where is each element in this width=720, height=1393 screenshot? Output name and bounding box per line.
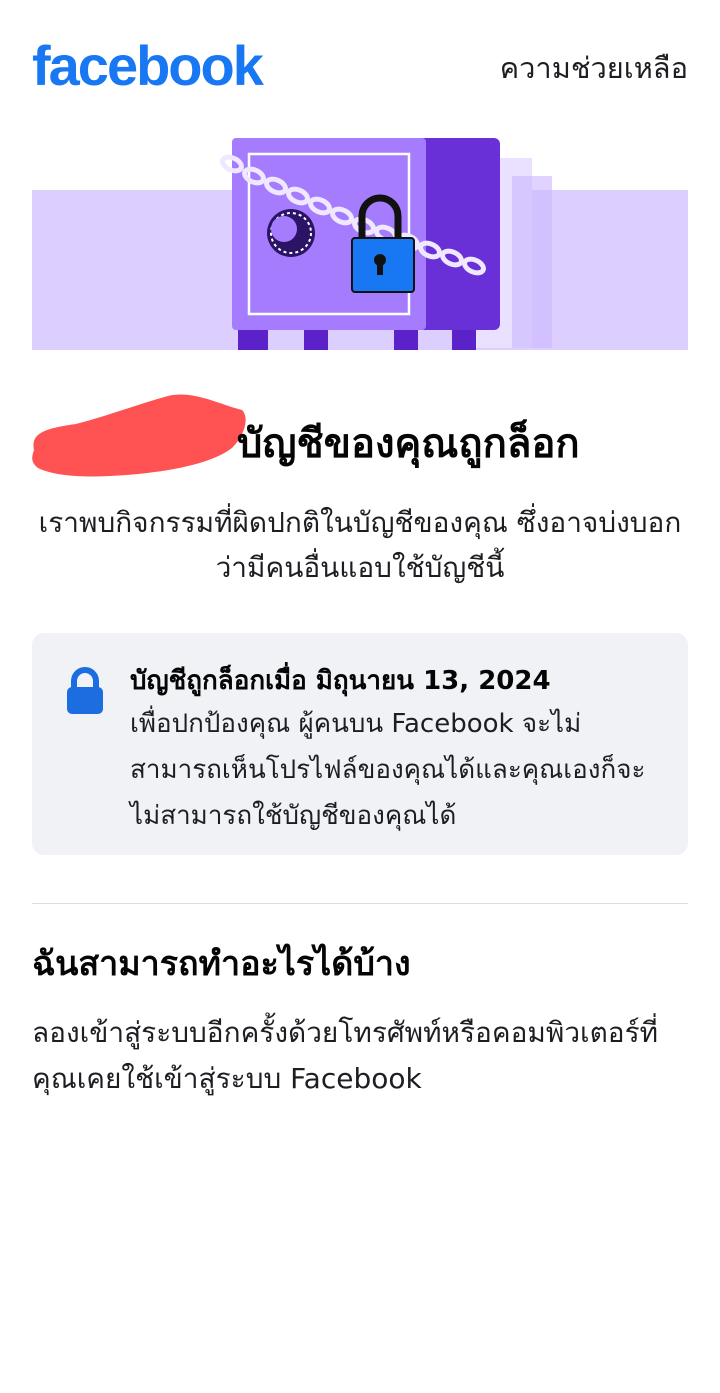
card-text: บัญชีถูกล็อกเมื่อ มิถุนายน 13, 2024 เพื่… [130,661,670,839]
page-title: บัญชีของคุณถูกล็อก [237,421,580,467]
locked-safe-illustration [32,138,688,350]
lock-date-heading: บัญชีถูกล็อกเมื่อ มิถุนายน 13, 2024 [130,666,551,696]
facebook-logo[interactable]: facebook [32,34,264,98]
lock-explanation: เพื่อปกป้องคุณ ผู้คนบน Facebook จะไม่สาม… [130,709,646,831]
redaction-mark [32,394,246,477]
page-subtitle: เราพบกิจกรรมที่ผิดปกติในบัญชีของคุณ ซึ่ง… [38,506,682,584]
lock-info-card: บัญชีถูกล็อกเมื่อ มิถุนายน 13, 2024 เพื่… [32,633,688,855]
title-row: บัญชีของคุณถูกล็อก [28,392,692,482]
what-can-i-do-heading: ฉันสามารถทำอะไรได้บ้าง [32,944,411,984]
help-link[interactable]: ความช่วยเหลือ [500,50,688,86]
section-divider [32,903,688,904]
lock-icon [67,667,103,714]
what-can-i-do-body: ลองเข้าสู่ระบบอีกครั้งด้วยโทรศัพท์หรือคอ… [32,1016,659,1095]
locked-account-page: facebook ความช่วยเหลือ บัญชีของคุณถูกล็อ… [0,0,720,1393]
